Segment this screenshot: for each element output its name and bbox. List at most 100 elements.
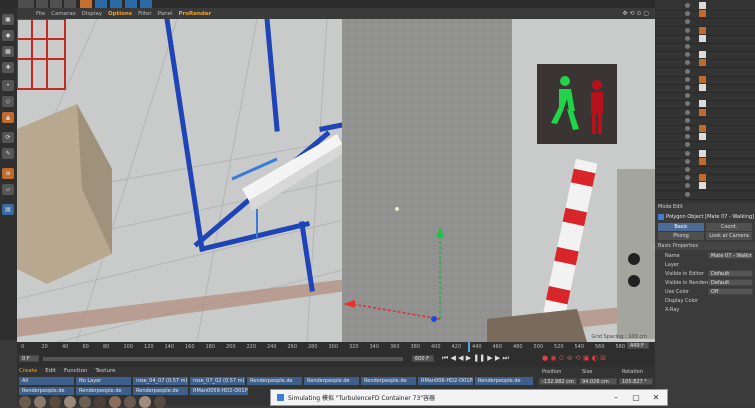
- menu-item-panel[interactable]: Panel: [158, 11, 173, 17]
- material-thumbnail[interactable]: [124, 396, 136, 408]
- rotation-h-field[interactable]: 105.827 °: [619, 378, 653, 385]
- tag-icon[interactable]: [699, 174, 706, 182]
- visibility-dot-icon[interactable]: [685, 126, 690, 131]
- material-thumbnail[interactable]: [34, 396, 46, 408]
- visibility-dot-icon[interactable]: [685, 134, 690, 140]
- visibility-dot-icon[interactable]: [685, 3, 690, 8]
- axis-mode-icon[interactable]: ✚: [2, 62, 14, 73]
- enable-axis-icon[interactable]: ⟳: [2, 132, 14, 143]
- cube-icon[interactable]: [95, 0, 107, 8]
- material-thumbnail[interactable]: [49, 396, 61, 408]
- menu-item-filter[interactable]: Filter: [138, 11, 152, 17]
- material-thumbnail[interactable]: [64, 396, 76, 408]
- tag-icon[interactable]: [699, 51, 706, 59]
- scale-icon[interactable]: [50, 0, 62, 8]
- render-icon[interactable]: [80, 0, 92, 8]
- lock-workplane-icon[interactable]: ▤: [2, 204, 14, 215]
- attr-row-value[interactable]: Off: [708, 288, 753, 295]
- tag-icon[interactable]: [699, 133, 706, 141]
- menu-item-cameras[interactable]: Cameras: [51, 11, 75, 17]
- undo-icon[interactable]: [18, 0, 34, 8]
- make-editable-icon[interactable]: ▣: [2, 14, 14, 25]
- attr-row-value[interactable]: Default: [708, 279, 753, 286]
- visibility-dot-icon[interactable]: [685, 150, 690, 156]
- attr-tab-coord[interactable]: Coord.: [706, 223, 752, 231]
- tag-icon[interactable]: [699, 59, 706, 67]
- deformer-icon[interactable]: [140, 0, 152, 8]
- tag-icon[interactable]: [699, 100, 706, 108]
- visibility-dot-icon[interactable]: [685, 167, 690, 172]
- material-thumbnail[interactable]: [154, 396, 166, 408]
- attr-tab-look-at-camera[interactable]: Look at Camera: [706, 232, 752, 240]
- move-icon[interactable]: [36, 0, 48, 8]
- visibility-dot-icon[interactable]: [685, 183, 690, 189]
- attr-tab-phong[interactable]: Phong: [658, 232, 704, 240]
- model-mode-icon[interactable]: ◆: [2, 30, 14, 41]
- filter-layer[interactable]: Renderpeople.de: [133, 387, 188, 395]
- menu-item-display[interactable]: Display: [82, 11, 102, 17]
- attr-mode-menu[interactable]: Mode: [658, 204, 672, 210]
- simulation-progress-window[interactable]: Simulating 模拟 "TurbulenceFD Container 73…: [270, 389, 668, 406]
- filter-layer[interactable]: rose_04_07 (0.57 m): [133, 377, 188, 385]
- timeline[interactable]: 0 20 40 60 80 100 120 140 160 180 200 220 240 260 280 3…: [17, 342, 655, 367]
- filter-layer[interactable]: RMan0059-HD2-O01P05-S: [190, 387, 248, 395]
- tag-icon[interactable]: [699, 34, 706, 42]
- filter-layer[interactable]: rose_07_02 (0.57 m): [190, 377, 245, 385]
- visibility-dot-icon[interactable]: [685, 175, 690, 181]
- mat-tab-texture[interactable]: Texture: [95, 368, 115, 374]
- filter-layer[interactable]: Renderpeople.de: [475, 377, 533, 385]
- material-thumbnail[interactable]: [19, 396, 31, 408]
- menu-item-options[interactable]: Options: [108, 11, 132, 17]
- mat-tab-edit[interactable]: Edit: [45, 368, 56, 374]
- nurbs-icon[interactable]: [125, 0, 137, 8]
- filter-layer[interactable]: Renderpeople.de: [19, 387, 74, 395]
- 3d-viewport[interactable]: Grid Spacing : 100 cm: [17, 19, 655, 342]
- visibility-dot-icon[interactable]: [685, 85, 690, 90]
- filter-layer[interactable]: Renderpeople.de: [361, 377, 416, 385]
- workplane-icon[interactable]: ▱: [2, 184, 14, 195]
- visibility-dot-icon[interactable]: [685, 76, 690, 82]
- filter-layer[interactable]: Renderpeople.de: [247, 377, 302, 385]
- filter-all[interactable]: All: [19, 377, 74, 385]
- tag-icon[interactable]: [699, 125, 706, 132]
- close-icon[interactable]: ✕: [647, 392, 665, 404]
- spline-icon[interactable]: [110, 0, 122, 8]
- visibility-dot-icon[interactable]: [685, 19, 690, 25]
- filter-layer[interactable]: Renderpeople.de: [304, 377, 359, 385]
- visibility-dot-icon[interactable]: [685, 27, 690, 33]
- maximize-icon[interactable]: ▢: [627, 392, 645, 404]
- visibility-dot-icon[interactable]: [685, 11, 690, 17]
- tag-icon[interactable]: [699, 149, 706, 157]
- snap-icon[interactable]: ⊕: [2, 168, 14, 179]
- filter-no-layer[interactable]: No Layer: [76, 377, 131, 385]
- attr-row-value[interactable]: Default: [708, 270, 753, 277]
- tag-icon[interactable]: [699, 2, 706, 9]
- points-mode-icon[interactable]: •: [2, 80, 14, 91]
- preview-range-slider[interactable]: [43, 357, 403, 361]
- position-x-field[interactable]: -132.982 cm: [539, 378, 577, 385]
- tag-icon[interactable]: [699, 26, 706, 34]
- record-keys-icons[interactable]: ● ◉ ⊙ ⊕ ⟲ ▣ ◐ ⊞: [542, 354, 606, 362]
- attr-row-value[interactable]: Mate 07 - Walking: [708, 252, 753, 259]
- texture-mode-icon[interactable]: ▦: [2, 46, 14, 57]
- object-row[interactable]: [655, 191, 755, 200]
- edges-mode-icon[interactable]: ◇: [2, 96, 14, 107]
- visibility-dot-icon[interactable]: [685, 52, 690, 58]
- material-thumbnail[interactable]: [109, 396, 121, 408]
- attr-tab-basic[interactable]: Basic: [658, 223, 704, 231]
- filter-layer[interactable]: Renderpeople.de: [76, 387, 131, 395]
- visibility-dot-icon[interactable]: [685, 117, 690, 123]
- start-frame-field[interactable]: 0 F: [19, 355, 39, 362]
- mat-tab-function[interactable]: Function: [64, 368, 87, 374]
- tag-icon[interactable]: [699, 157, 706, 165]
- material-thumbnail[interactable]: [139, 396, 151, 408]
- filter-layer[interactable]: RMan006-HD2-O01P05-S: [418, 377, 473, 385]
- visibility-dot-icon[interactable]: [685, 191, 690, 197]
- size-x-field[interactable]: 94.026 cm: [579, 378, 617, 385]
- tag-icon[interactable]: [699, 75, 706, 83]
- visibility-dot-icon[interactable]: [685, 109, 690, 115]
- current-frame-field[interactable]: 449 F: [627, 342, 649, 349]
- visibility-dot-icon[interactable]: [685, 93, 690, 99]
- minimize-icon[interactable]: –: [607, 392, 625, 404]
- playback-controls[interactable]: ⏮ ◀ ◀ ▶ ❚❚ ▶ ▶ ⏭: [442, 354, 509, 363]
